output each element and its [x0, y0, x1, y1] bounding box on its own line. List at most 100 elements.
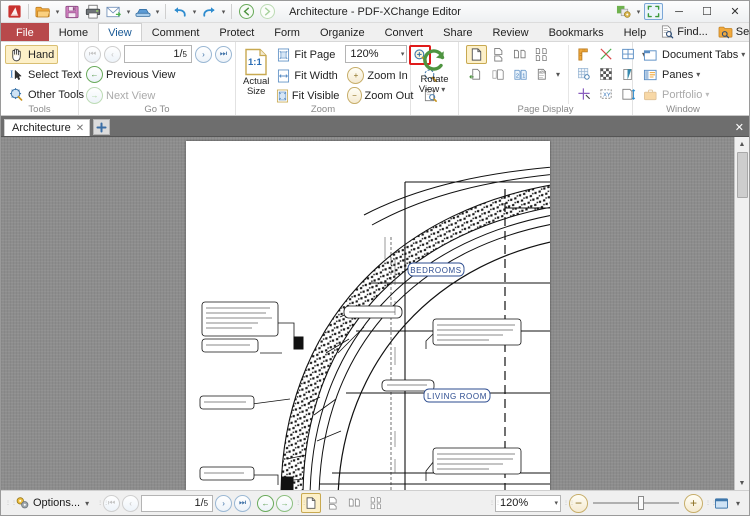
fit-page-button[interactable]: Fit Page: [273, 45, 343, 64]
email-dropdown-caret[interactable]: ▾: [125, 8, 132, 16]
fit-visible-button[interactable]: Fit Visible: [273, 86, 343, 105]
next-view-button[interactable]: → Next View: [84, 86, 159, 105]
status-forward-button[interactable]: →: [276, 494, 294, 512]
page-labels-icon[interactable]: abc: [532, 65, 553, 84]
page-canvas-wrapper[interactable]: BEDROOMS LIVING ROOM: [1, 137, 734, 490]
panes-button[interactable]: Panes ▾: [639, 65, 704, 84]
ui-theme-dropdown-caret[interactable]: ▾: [635, 8, 642, 16]
search-button[interactable]: Search...: [714, 24, 750, 41]
undo-dropdown-caret[interactable]: ▾: [191, 8, 198, 16]
options-caret[interactable]: ▾: [83, 499, 91, 508]
first-page-button[interactable]: ⏮: [84, 45, 101, 63]
pdf-page[interactable]: BEDROOMS LIVING ROOM: [185, 141, 550, 490]
select-text-button[interactable]: I Select Text: [5, 65, 86, 84]
zoom-level-select[interactable]: 120% ▾: [345, 45, 408, 63]
close-button[interactable]: ✕: [721, 1, 749, 23]
maximize-button[interactable]: ☐: [693, 1, 721, 23]
status-next-page-button[interactable]: ›: [215, 494, 233, 512]
transparency-grid-icon[interactable]: [596, 65, 617, 84]
tab-convert[interactable]: Convert: [375, 23, 434, 41]
fit-width-button[interactable]: Fit Width: [273, 66, 343, 85]
open-dropdown-caret[interactable]: ▾: [54, 8, 61, 16]
status-single-page-continuous-icon[interactable]: [323, 493, 343, 513]
separate-cover-icon[interactable]: [488, 65, 509, 84]
page-number-input[interactable]: 1/5: [124, 45, 192, 63]
rotate-view-caret[interactable]: ▾: [439, 85, 450, 94]
status-previous-page-button[interactable]: ‹: [122, 494, 140, 512]
zoom-slider[interactable]: − +: [568, 493, 703, 513]
app-logo-icon[interactable]: [4, 2, 24, 21]
back-icon[interactable]: [236, 2, 256, 21]
snap-to-grid-icon[interactable]: [574, 85, 595, 104]
last-page-button[interactable]: ⏭: [215, 45, 232, 63]
print-icon[interactable]: [83, 2, 103, 21]
document-tabs-caret[interactable]: ▾: [741, 50, 745, 59]
scan-dropdown-caret[interactable]: ▾: [154, 8, 161, 16]
status-zoom-select[interactable]: 120% ▾: [494, 494, 561, 512]
forward-icon[interactable]: [257, 2, 277, 21]
status-two-pages-icon[interactable]: [345, 493, 365, 513]
tab-view[interactable]: View: [98, 23, 142, 41]
previous-view-button[interactable]: ← Previous View: [84, 65, 180, 84]
status-back-button[interactable]: ←: [257, 494, 275, 512]
rotate-view-button[interactable]: Rotate View ▾: [414, 45, 455, 96]
find-button[interactable]: Find...: [656, 24, 712, 41]
tab-form[interactable]: Form: [264, 23, 310, 41]
vertical-scrollbar[interactable]: ▲ ▼: [734, 137, 749, 490]
zoom-in-button[interactable]: + Zoom In: [345, 66, 417, 85]
close-tab-icon[interactable]: ✕: [76, 123, 84, 134]
zoom-out-button[interactable]: − Zoom Out: [345, 86, 417, 105]
tab-file[interactable]: File: [1, 23, 49, 41]
minimize-button[interactable]: ─: [665, 1, 693, 23]
tab-home[interactable]: Home: [49, 23, 98, 41]
document-tabs-button[interactable]: Document Tabs ▾: [639, 45, 749, 64]
actual-size-button[interactable]: 1:1 Actual Size: [242, 45, 270, 98]
status-two-pages-continuous-icon[interactable]: [367, 493, 387, 513]
single-page-continuous-icon[interactable]: [488, 45, 509, 64]
portfolio-caret[interactable]: ▾: [705, 90, 709, 99]
coordinates-icon[interactable]: XY: [596, 85, 617, 104]
undo-icon[interactable]: [170, 2, 190, 21]
scrollbar-track[interactable]: [734, 198, 749, 476]
fullscreen-icon[interactable]: [644, 3, 663, 20]
close-all-tabs-icon[interactable]: ✕: [735, 121, 744, 134]
previous-page-button[interactable]: ‹: [104, 45, 121, 63]
new-tab-button[interactable]: [93, 119, 111, 135]
status-last-page-button[interactable]: ⏭: [234, 494, 252, 512]
scan-icon[interactable]: [133, 2, 153, 21]
status-page-number-input[interactable]: 1/5: [141, 494, 214, 512]
tab-share[interactable]: Share: [433, 23, 482, 41]
page-display-caret[interactable]: ▾: [554, 70, 562, 79]
view-mode-caret[interactable]: ▾: [734, 499, 745, 508]
email-icon[interactable]: [104, 2, 124, 21]
scrollbar-thumb[interactable]: [736, 152, 748, 198]
status-zoom-in-button[interactable]: +: [683, 493, 703, 513]
two-pages-icon[interactable]: [510, 45, 531, 64]
portfolio-button[interactable]: Portfolio ▾: [639, 85, 713, 104]
redo-icon[interactable]: [199, 2, 219, 21]
tab-review[interactable]: Review: [482, 23, 538, 41]
tab-organize[interactable]: Organize: [310, 23, 375, 41]
ui-theme-icon[interactable]: [613, 2, 635, 21]
save-icon[interactable]: [62, 2, 82, 21]
zoom-slider-track[interactable]: [592, 496, 679, 510]
page-transitions-icon[interactable]: [466, 65, 487, 84]
redo-dropdown-caret[interactable]: ▾: [220, 8, 227, 16]
scroll-down-button[interactable]: ▼: [734, 476, 749, 490]
rulers-icon[interactable]: [574, 45, 595, 64]
open-icon[interactable]: [33, 2, 53, 21]
grid-icon[interactable]: [574, 65, 595, 84]
zoom-slider-knob[interactable]: [637, 496, 644, 510]
single-page-icon[interactable]: [466, 45, 487, 64]
tab-comment[interactable]: Comment: [142, 23, 210, 41]
hand-tool-button[interactable]: Hand: [5, 45, 59, 64]
panes-caret[interactable]: ▾: [696, 70, 700, 79]
scroll-up-button[interactable]: ▲: [734, 137, 749, 151]
options-button[interactable]: Options... ▾: [11, 493, 95, 513]
tab-bookmarks[interactable]: Bookmarks: [539, 23, 614, 41]
page-numbering-icon[interactable]: 21: [510, 65, 531, 84]
tab-protect[interactable]: Protect: [209, 23, 264, 41]
document-tab-architecture[interactable]: Architecture ✕: [4, 119, 91, 136]
guides-icon[interactable]: [596, 45, 617, 64]
tab-help[interactable]: Help: [614, 23, 657, 41]
